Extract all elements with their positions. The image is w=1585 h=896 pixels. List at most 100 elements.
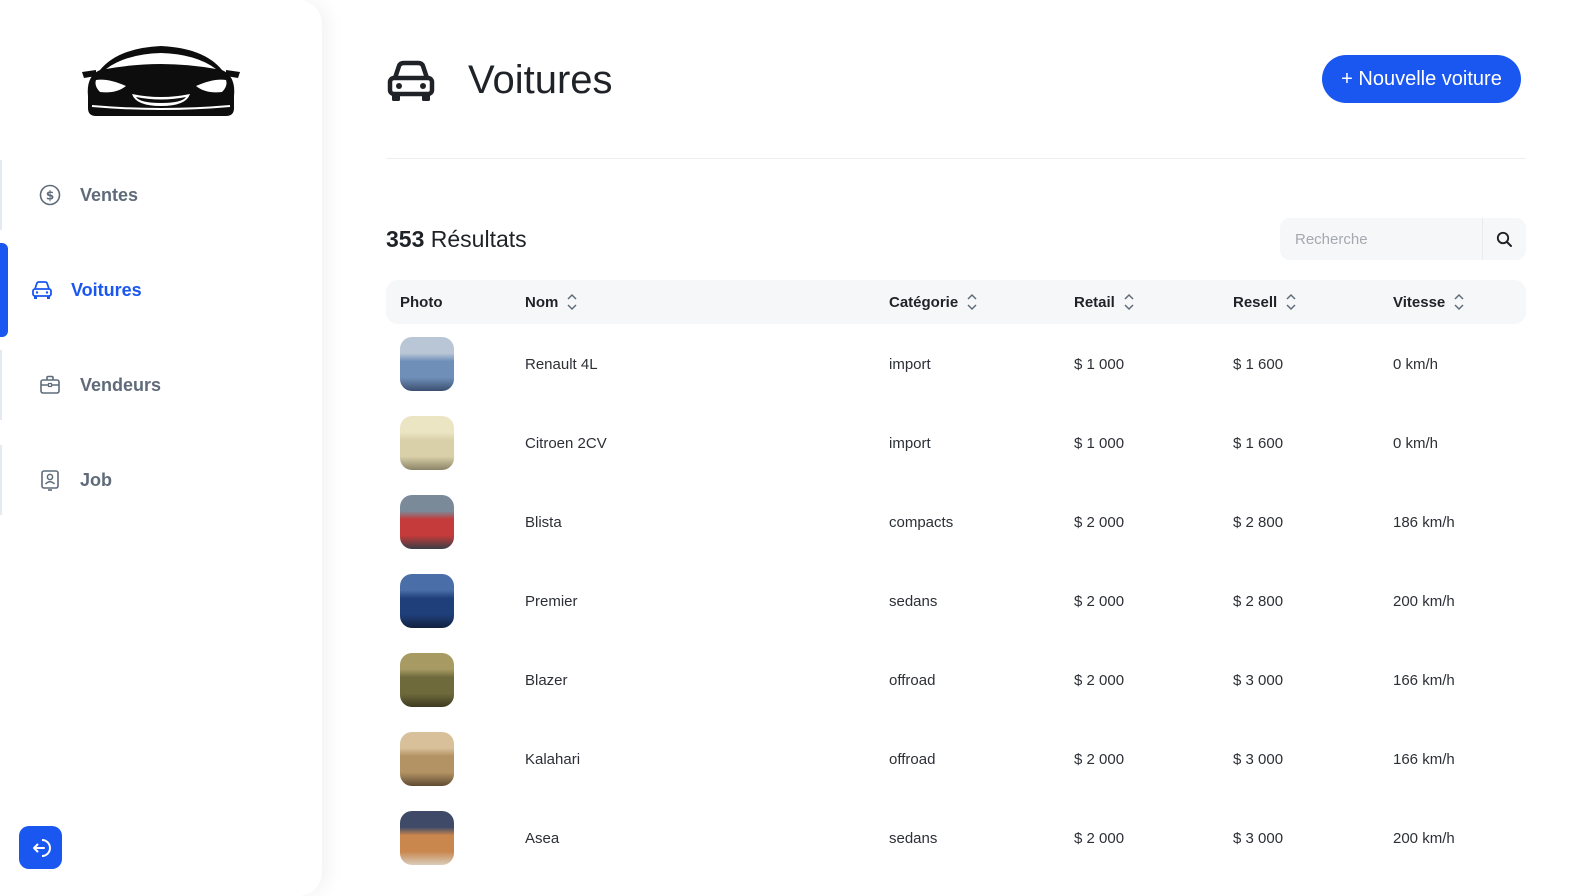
search-button[interactable] (1482, 218, 1526, 260)
column-label: Vitesse (1393, 293, 1446, 311)
column-header-resell[interactable]: Resell (1233, 280, 1297, 324)
car-photo (400, 811, 454, 865)
car-icon (30, 278, 54, 302)
sort-icon (1286, 293, 1296, 311)
sidebar-item-ventes[interactable]: $ Ventes (0, 160, 322, 230)
sidebar-item-label: Job (80, 469, 113, 490)
new-car-button-label: + Nouvelle voiture (1341, 67, 1502, 90)
logout-icon (32, 838, 51, 857)
column-header-nom[interactable]: Nom (525, 280, 578, 324)
sidebar-item-voitures[interactable]: Voitures (0, 243, 322, 337)
cell-retail: $ 2 000 (1074, 513, 1125, 531)
column-header-vitesse[interactable]: Vitesse (1393, 280, 1465, 324)
results-count: 353 Résultats (386, 226, 527, 253)
cell-retail: $ 2 000 (1074, 592, 1125, 610)
table-row[interactable]: Kalahari offroad $ 2 000 $ 3 000 166 km/… (386, 730, 1526, 809)
table-row[interactable]: Citroen 2CV import $ 1 000 $ 1 600 0 km/… (386, 414, 1526, 493)
logout-button[interactable] (19, 826, 62, 869)
car-photo (400, 574, 454, 628)
cell-speed: 0 km/h (1393, 434, 1439, 452)
column-header-photo: Photo (400, 280, 443, 324)
cell-name: Blista (525, 513, 562, 531)
new-car-button[interactable]: + Nouvelle voiture (1322, 55, 1521, 103)
car-photo (400, 653, 454, 707)
cell-speed: 0 km/h (1393, 355, 1439, 373)
cell-category: sedans (889, 592, 938, 610)
cell-speed: 166 km/h (1393, 671, 1455, 689)
cell-name: Citroen 2CV (525, 434, 607, 452)
sports-car-logo (82, 46, 240, 116)
briefcase-icon (38, 373, 62, 397)
sidebar-item-label: Vendeurs (80, 374, 162, 395)
search-icon (1496, 231, 1512, 247)
table-row[interactable]: Asea sedans $ 2 000 $ 3 000 200 km/h (386, 809, 1526, 888)
cell-speed: 200 km/h (1393, 829, 1455, 847)
dollar-circle-icon: $ (38, 183, 62, 207)
column-label: Catégorie (889, 293, 959, 311)
sort-icon (967, 293, 977, 311)
cell-resell: $ 3 000 (1233, 671, 1284, 689)
cell-resell: $ 3 000 (1233, 829, 1284, 847)
car-photo (400, 337, 454, 391)
search-box (1280, 218, 1526, 260)
car-photo (400, 416, 454, 470)
svg-text:$: $ (46, 189, 54, 203)
sidebar-item-indicator (0, 445, 2, 515)
id-badge-icon (38, 468, 62, 492)
car-photo (400, 495, 454, 549)
sidebar-item-indicator (0, 243, 8, 337)
sidebar-item-label: Voitures (71, 279, 142, 300)
column-label: Resell (1233, 293, 1278, 311)
table-row[interactable]: Blista compacts $ 2 000 $ 2 800 186 km/h (386, 493, 1526, 572)
cell-name: Kalahari (525, 750, 581, 768)
cell-speed: 166 km/h (1393, 750, 1455, 768)
column-header-retail[interactable]: Retail (1074, 280, 1135, 324)
cell-resell: $ 2 800 (1233, 592, 1284, 610)
cell-name: Asea (525, 829, 560, 847)
sidebar-item-indicator (0, 160, 2, 230)
column-label: Photo (400, 293, 443, 311)
header-divider (386, 158, 1526, 159)
sort-icon (1454, 293, 1464, 311)
sort-icon (567, 293, 577, 311)
table-row[interactable]: Renault 4L import $ 1 000 $ 1 600 0 km/h (386, 335, 1526, 414)
cell-resell: $ 2 800 (1233, 513, 1284, 531)
car-icon (387, 60, 435, 101)
cell-resell: $ 1 600 (1233, 355, 1284, 373)
table-header: Photo Nom Catégorie Retail Resell Vitess… (386, 280, 1526, 324)
page-title: Voitures (468, 58, 613, 102)
search-input[interactable] (1280, 218, 1480, 260)
table-row[interactable]: Premier sedans $ 2 000 $ 2 800 200 km/h (386, 572, 1526, 651)
cell-retail: $ 1 000 (1074, 434, 1125, 452)
cell-speed: 186 km/h (1393, 513, 1455, 531)
column-label: Nom (525, 293, 559, 311)
cell-retail: $ 2 000 (1074, 750, 1125, 768)
cell-category: offroad (889, 671, 936, 689)
cell-retail: $ 2 000 (1074, 671, 1125, 689)
table-row[interactable]: Blazer offroad $ 2 000 $ 3 000 166 km/h (386, 651, 1526, 730)
cell-category: offroad (889, 750, 936, 768)
sidebar-item-indicator (0, 350, 2, 420)
cell-resell: $ 1 600 (1233, 434, 1284, 452)
sidebar: $ Ventes Voitures Vendeurs Job (0, 0, 322, 896)
cell-resell: $ 3 000 (1233, 750, 1284, 768)
cell-category: import (889, 434, 931, 452)
cell-category: import (889, 355, 931, 373)
results-label: Résultats (430, 226, 527, 252)
cell-category: sedans (889, 829, 938, 847)
column-label: Retail (1074, 293, 1115, 311)
sidebar-item-vendeurs[interactable]: Vendeurs (0, 350, 322, 420)
cell-name: Premier (525, 592, 578, 610)
cell-name: Renault 4L (525, 355, 598, 373)
sidebar-item-job[interactable]: Job (0, 445, 322, 515)
column-header-categorie[interactable]: Catégorie (889, 280, 978, 324)
cell-retail: $ 1 000 (1074, 355, 1125, 373)
sidebar-item-label: Ventes (80, 184, 139, 205)
cell-name: Blazer (525, 671, 568, 689)
cell-category: compacts (889, 513, 954, 531)
cell-retail: $ 2 000 (1074, 829, 1125, 847)
cell-speed: 200 km/h (1393, 592, 1455, 610)
sort-icon (1124, 293, 1134, 311)
car-photo (400, 732, 454, 786)
results-number: 353 (386, 226, 425, 252)
